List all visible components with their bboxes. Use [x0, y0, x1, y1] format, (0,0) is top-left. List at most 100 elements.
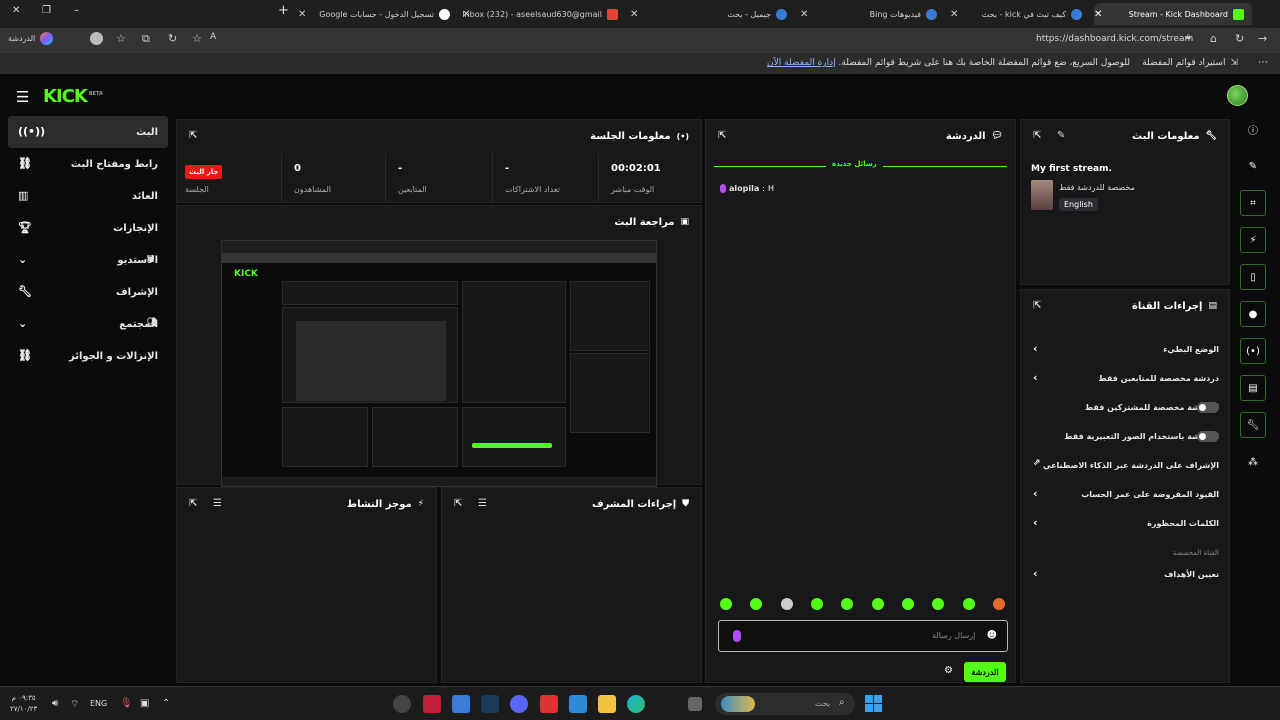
close-tab-icon[interactable]: ✕ [950, 9, 958, 20]
favorites-star-icon[interactable]: ☆ [116, 32, 126, 45]
reload-icon[interactable]: ↻ [1235, 32, 1244, 45]
tab-gmail-search[interactable]: جيميل - بحث ✕ [630, 3, 795, 25]
emotes-only-toggle[interactable] [1197, 431, 1219, 442]
tab-kick-search[interactable]: كيف تبث في kick - بحث ✕ [950, 3, 1090, 25]
popout-icon[interactable]: ⇱ [189, 130, 197, 141]
chat-settings-icon[interactable]: ⚙ [944, 665, 953, 676]
kick-logo[interactable]: KICK BETA [43, 86, 103, 107]
avatar-icon[interactable] [90, 32, 103, 45]
sidebar-item-drops[interactable]: ⛓ الإنزالات و الجوائز [8, 340, 168, 372]
channel-icon[interactable]: ▤ [1240, 375, 1266, 401]
chat-input[interactable]: إرسال رسالة ☻ [718, 620, 1008, 652]
tab-bing-videos[interactable]: فيديوهات Bing ✕ [800, 3, 945, 25]
popout-icon[interactable]: ⇱ [454, 498, 462, 509]
emoji-picker-icon[interactable]: ☻ [987, 630, 997, 641]
close-window-icon[interactable]: ✕ [12, 6, 20, 16]
add-favorite-icon[interactable]: ☆ [192, 32, 202, 45]
tab-gmail-inbox[interactable]: Inbox (232) - aseelsaud630@gmail ✕ [462, 3, 626, 25]
obs-icon[interactable] [393, 695, 411, 713]
home-icon[interactable]: ⌂ [1210, 32, 1217, 45]
popout-icon[interactable]: ⇱ [1033, 300, 1041, 311]
chat-bubble-icon[interactable]: ● [1240, 301, 1266, 327]
input-language[interactable]: ENG [90, 699, 107, 708]
app-box-icon[interactable] [540, 695, 558, 713]
wifi-icon[interactable]: ⌔ [70, 698, 79, 711]
manage-favorites-link[interactable]: إدارة المفضلة الآن [767, 58, 836, 68]
filter-icon[interactable]: ☰ [478, 498, 487, 509]
close-tab-icon[interactable]: ✕ [800, 9, 808, 20]
mic-icon[interactable]: 🎙︎ [120, 698, 133, 709]
taskbar-search[interactable]: بحث ⌕ [715, 693, 855, 715]
sidebar-item-achievements[interactable]: 🏆︎ الإنجازات [8, 212, 168, 244]
edit-pencil-icon[interactable]: ✎ [1057, 130, 1065, 141]
chevron-up-icon[interactable]: ⌃ [162, 698, 170, 709]
sidebar-item-stream[interactable]: ((•)) البث [8, 116, 168, 148]
refresh-icon[interactable]: ↻ [168, 32, 177, 45]
tab-google-signin[interactable]: تسجيل الدخول - حسابات Google ✕ [298, 3, 458, 25]
close-tab-icon[interactable]: ✕ [1094, 9, 1102, 20]
emote-icon[interactable] [750, 598, 763, 610]
close-tab-icon[interactable]: ✕ [298, 9, 306, 20]
tray-app-icon[interactable]: ▣ [140, 698, 149, 709]
sidebar-item-community[interactable]: ⌄ 👥︎ المجتمع [8, 308, 168, 340]
action-slow-mode[interactable]: الوضع البطيء › [1021, 335, 1229, 363]
emote-icon[interactable] [932, 598, 945, 610]
sidebar-item-stream-key[interactable]: ⛓ رابط ومفتاح البث [8, 148, 168, 180]
action-set-goals[interactable]: تعيين الأهداف › [1021, 560, 1229, 588]
volume-icon[interactable]: 🔊︎ [52, 698, 58, 709]
user-avatar[interactable] [1227, 85, 1248, 106]
emote-icon[interactable] [871, 598, 884, 610]
hamburger-menu-icon[interactable]: ☰ [16, 88, 29, 106]
action-banned-words[interactable]: الكلمات المحظورة › [1021, 509, 1229, 537]
scan-icon[interactable]: ⌗ [1240, 190, 1266, 216]
tab-kick-dashboard[interactable]: Stream - Kick Dashboard ✕ [1094, 3, 1252, 25]
favorites-menu-icon[interactable]: ⋯ [1258, 57, 1268, 68]
stream-preview-video[interactable]: KICK [221, 240, 657, 487]
subscribers-only-toggle[interactable] [1197, 402, 1219, 413]
taskbar-clock[interactable]: ٠٩:٣٥ م ٢٧/١٠/٢٣ [10, 693, 37, 715]
back-icon[interactable]: → [1258, 32, 1267, 45]
emote-icon[interactable] [780, 598, 793, 610]
category-thumbnail[interactable] [1031, 180, 1053, 210]
copilot-icon[interactable] [40, 32, 53, 45]
info-icon[interactable]: ⓘ [1240, 116, 1266, 142]
restore-window-icon[interactable]: ❐ [42, 6, 51, 16]
url-field[interactable]: https://dashboard.kick.com/stream [1036, 34, 1193, 44]
emote-icon[interactable] [992, 598, 1005, 610]
popout-icon[interactable]: ⇱ [1033, 130, 1041, 141]
emote-icon[interactable] [962, 598, 975, 610]
emote-icon[interactable] [901, 598, 914, 610]
document-icon[interactable]: ▯ [1240, 264, 1266, 290]
wrench-icon[interactable]: 🔧︎ [1240, 412, 1266, 438]
sidebar-item-studio[interactable]: ⌄ ▣ الاستديو [8, 244, 168, 276]
popout-icon[interactable]: ⇱ [189, 498, 197, 509]
action-followers-only[interactable]: دردشة مخصصة للمتابعين فقط › [1021, 364, 1229, 392]
share-icon[interactable]: ⁂ [1240, 449, 1266, 475]
import-favorites-button[interactable]: استيراد قوائم المفضلة ⇲ [1142, 58, 1238, 68]
action-ai-moderation[interactable]: الإشراف على الدردشة عبر الذكاء الاصطناعي… [1021, 451, 1229, 479]
task-view-icon[interactable] [688, 697, 702, 711]
emote-icon[interactable] [810, 598, 823, 610]
chat-username[interactable]: alopila [729, 184, 759, 193]
file-explorer-icon[interactable] [598, 695, 616, 713]
sidebar-item-revenue[interactable]: ▥ العائد [8, 180, 168, 212]
emote-icon[interactable] [720, 598, 732, 610]
filter-icon[interactable]: ☰ [213, 498, 222, 509]
broadcast-icon[interactable]: (•) [1240, 338, 1266, 364]
collections-icon[interactable]: ⧉ [142, 32, 150, 46]
discord-icon[interactable] [510, 695, 528, 713]
action-account-age[interactable]: القيود المفروضة على عمر الحساب › [1021, 480, 1229, 508]
close-tab-icon[interactable]: ✕ [630, 9, 638, 20]
app-red-icon[interactable] [423, 695, 441, 713]
popout-icon[interactable]: ⇱ [718, 130, 726, 141]
store-icon[interactable] [452, 695, 470, 713]
new-tab-icon[interactable]: + [278, 4, 289, 17]
close-tab-icon[interactable]: ✕ [462, 9, 470, 20]
steam-icon[interactable] [481, 695, 499, 713]
edge-icon[interactable] [627, 695, 645, 713]
send-chat-button[interactable]: الدردشة [964, 662, 1006, 682]
read-aloud-icon[interactable]: A [210, 32, 216, 42]
ms-store-icon[interactable] [569, 695, 587, 713]
sidebar-item-moderation[interactable]: 🔧︎ الإشراف [8, 276, 168, 308]
emote-icon[interactable] [841, 598, 854, 610]
